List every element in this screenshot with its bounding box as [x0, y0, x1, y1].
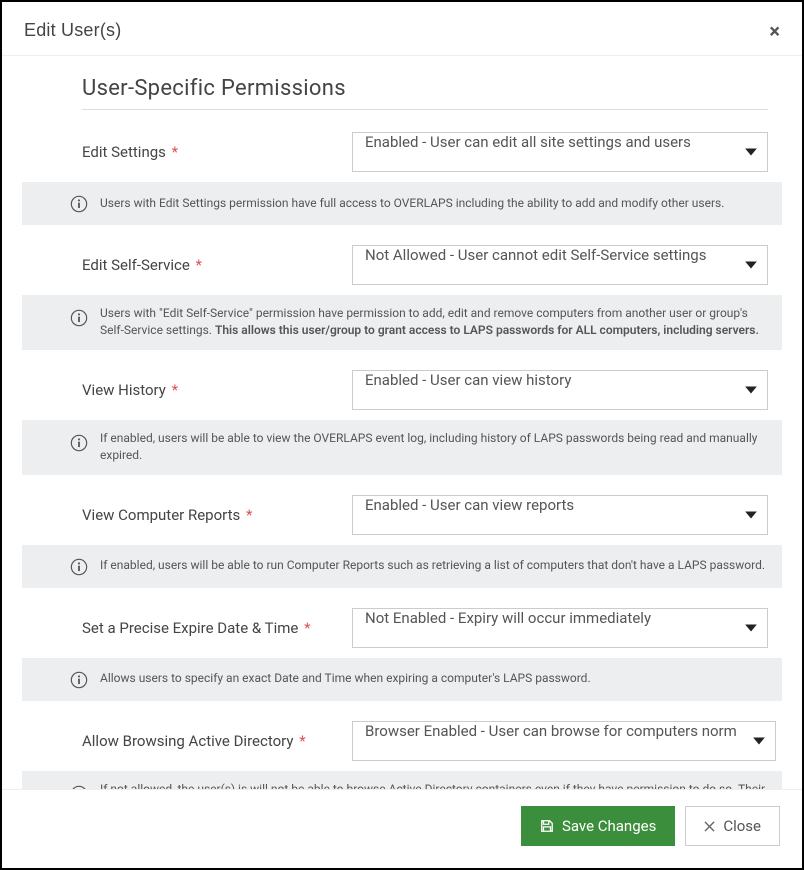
- field-allow-browsing: Allow Browsing Active Directory * Browse…: [82, 717, 768, 771]
- save-button[interactable]: Save Changes: [521, 806, 675, 846]
- label-precise-expire: Set a Precise Expire Date & Time *: [82, 619, 352, 637]
- info-icon: [70, 434, 88, 452]
- close-icon: [704, 821, 715, 832]
- info-view-reports: If enabled, users will be able to run Co…: [22, 545, 782, 588]
- info-icon: [70, 195, 88, 213]
- label-view-history: View History *: [82, 381, 352, 399]
- field-precise-expire: Set a Precise Expire Date & Time * Not E…: [82, 604, 768, 658]
- info-precise-expire: Allows users to specify an exact Date an…: [22, 658, 782, 701]
- modal-title: Edit User(s): [24, 20, 121, 41]
- modal-header: Edit User(s) ×: [2, 2, 802, 55]
- save-icon: [540, 819, 554, 833]
- edit-users-modal: Edit User(s) × User-Specific Permissions…: [0, 0, 804, 870]
- info-icon: [70, 671, 88, 689]
- required-marker: *: [168, 381, 178, 399]
- select-view-history[interactable]: Enabled - User can view history: [352, 370, 768, 410]
- info-text: If enabled, users will be able to view t…: [100, 430, 766, 465]
- select-edit-settings[interactable]: Enabled - User can edit all site setting…: [352, 132, 768, 172]
- field-edit-self-service: Edit Self-Service * Not Allowed - User c…: [82, 241, 768, 295]
- info-icon: [70, 309, 88, 327]
- select-precise-expire[interactable]: Not Enabled - Expiry will occur immediat…: [352, 608, 768, 648]
- info-edit-self-service: Users with "Edit Self-Service" permissio…: [22, 295, 782, 350]
- info-icon: [70, 558, 88, 576]
- info-view-history: If enabled, users will be able to view t…: [22, 420, 782, 475]
- label-edit-settings: Edit Settings *: [82, 143, 352, 161]
- info-text: Users with Edit Settings permission have…: [100, 195, 724, 212]
- info-text: Allows users to specify an exact Date an…: [100, 670, 591, 687]
- modal-footer: Save Changes Close: [2, 789, 802, 868]
- close-icon[interactable]: ×: [769, 21, 780, 41]
- label-allow-browsing: Allow Browsing Active Directory *: [82, 732, 352, 750]
- required-marker: *: [300, 619, 310, 637]
- divider: [82, 109, 768, 110]
- field-edit-settings: Edit Settings * Enabled - User can edit …: [82, 128, 768, 182]
- required-marker: *: [192, 256, 202, 274]
- section-title: User-Specific Permissions: [82, 76, 768, 101]
- label-edit-self-service: Edit Self-Service *: [82, 256, 352, 274]
- required-marker: *: [295, 732, 305, 750]
- select-edit-self-service[interactable]: Not Allowed - User cannot edit Self-Serv…: [352, 245, 768, 285]
- info-edit-settings: Users with Edit Settings permission have…: [22, 182, 782, 225]
- field-view-history: View History * Enabled - User can view h…: [82, 366, 768, 420]
- info-text: If enabled, users will be able to run Co…: [100, 557, 765, 574]
- required-marker: *: [242, 506, 252, 524]
- select-allow-browsing[interactable]: Browser Enabled - User can browse for co…: [352, 721, 776, 761]
- label-view-reports: View Computer Reports *: [82, 506, 352, 524]
- info-allow-browsing: If not allowed, the user(s) is will not …: [22, 771, 782, 789]
- modal-body: User-Specific Permissions Edit Settings …: [2, 55, 802, 789]
- required-marker: *: [168, 143, 178, 161]
- info-text: If not allowed, the user(s) is will not …: [100, 781, 766, 789]
- close-button[interactable]: Close: [685, 806, 780, 846]
- info-text: Users with "Edit Self-Service" permissio…: [100, 305, 766, 340]
- select-view-reports[interactable]: Enabled - User can view reports: [352, 495, 768, 535]
- field-view-reports: View Computer Reports * Enabled - User c…: [82, 491, 768, 545]
